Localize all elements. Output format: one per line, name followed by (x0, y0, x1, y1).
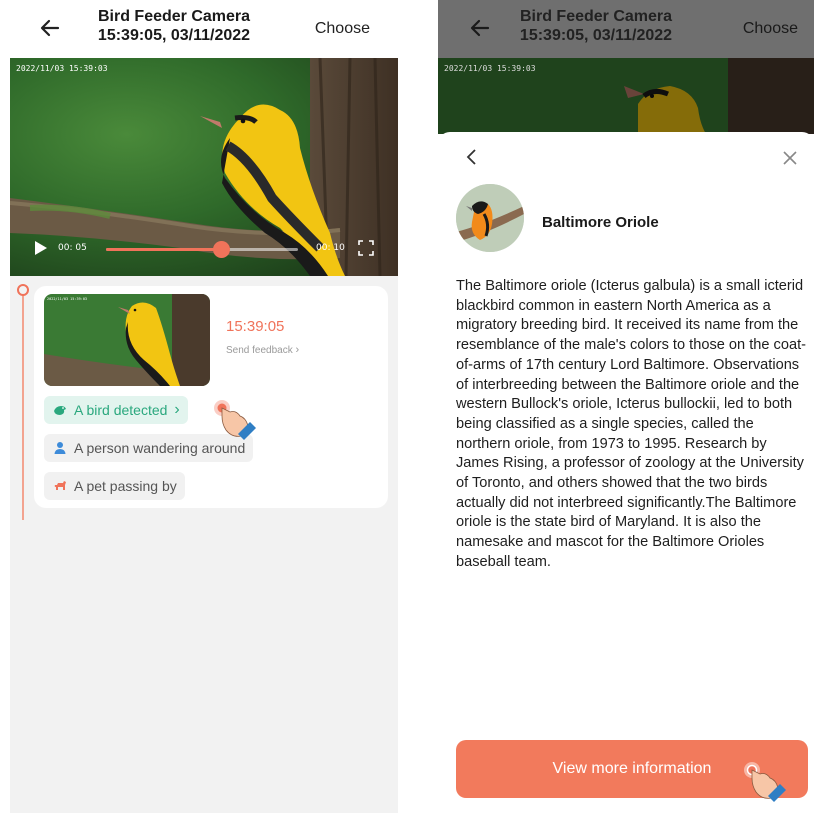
video-controls: 00: 05 00: 10 (10, 228, 398, 268)
bird-info-sheet: Baltimore Oriole The Baltimore oriole (I… (438, 132, 814, 813)
view-more-info-label: View more information (552, 760, 712, 777)
thumbnail-timestamp: 2022/11/03 15:39:03 (47, 297, 87, 301)
bird-info-screen: Bird Feeder Camera 15:39:05, 03/11/2022 … (438, 0, 814, 813)
send-feedback-link[interactable]: Send feedback › (226, 344, 299, 356)
timeline-line (22, 292, 24, 520)
tag-pet-passing[interactable]: A pet passing by (44, 472, 185, 500)
video-timestamp: 2022/11/03 15:39:03 (16, 64, 108, 73)
end-time: 00: 10 (316, 243, 345, 253)
tag-label: A bird detected (74, 402, 168, 418)
fullscreen-icon[interactable] (358, 240, 374, 256)
bird-description: The Baltimore oriole (Icterus galbula) i… (456, 278, 806, 570)
chevron-left-icon[interactable] (464, 148, 480, 166)
video-player[interactable]: 2022/11/03 15:39:03 00: 05 00: 10 (10, 58, 398, 276)
chevron-right-icon: › (295, 344, 300, 356)
timeline-dot (17, 284, 29, 296)
top-bar-dimmed: Bird Feeder Camera 15:39:05, 03/11/2022 … (438, 0, 814, 58)
video-player-dimmed: 2022/11/03 15:39:03 (438, 58, 814, 134)
tag-label: A person wandering around (74, 440, 246, 456)
current-time: 00: 05 (58, 243, 87, 253)
video-timestamp: 2022/11/03 15:39:03 (444, 64, 536, 73)
send-feedback-label: Send feedback (226, 345, 293, 356)
choose-button[interactable]: Choose (315, 20, 370, 38)
bird-icon (54, 406, 66, 415)
tap-hand-icon (214, 400, 256, 440)
top-bar: Bird Feeder Camera 15:39:05, 03/11/2022 … (10, 0, 398, 58)
tag-label: A pet passing by (74, 478, 177, 494)
pet-icon (54, 481, 66, 490)
progress-thumb[interactable] (213, 241, 231, 258)
progress-fill (106, 248, 222, 251)
progress-track[interactable] (106, 241, 298, 258)
event-time: 15:39:05 (226, 318, 285, 335)
event-list-area: 2022/11/03 15:39:03 15:39:05 Send feedba… (10, 276, 398, 813)
bird-avatar (456, 184, 524, 252)
event-thumbnail[interactable]: 2022/11/03 15:39:03 (44, 294, 210, 386)
bird-name: Baltimore Oriole (542, 214, 659, 231)
tag-bird-detected[interactable]: A bird detected › (44, 396, 188, 424)
chevron-right-icon: › (174, 401, 180, 418)
event-detail-screen: Bird Feeder Camera 15:39:05, 03/11/2022 … (10, 0, 398, 813)
choose-button: Choose (742, 20, 798, 37)
close-icon[interactable] (782, 150, 798, 166)
play-icon[interactable] (34, 240, 48, 256)
person-icon (54, 442, 66, 454)
tap-hand-icon (744, 762, 786, 802)
